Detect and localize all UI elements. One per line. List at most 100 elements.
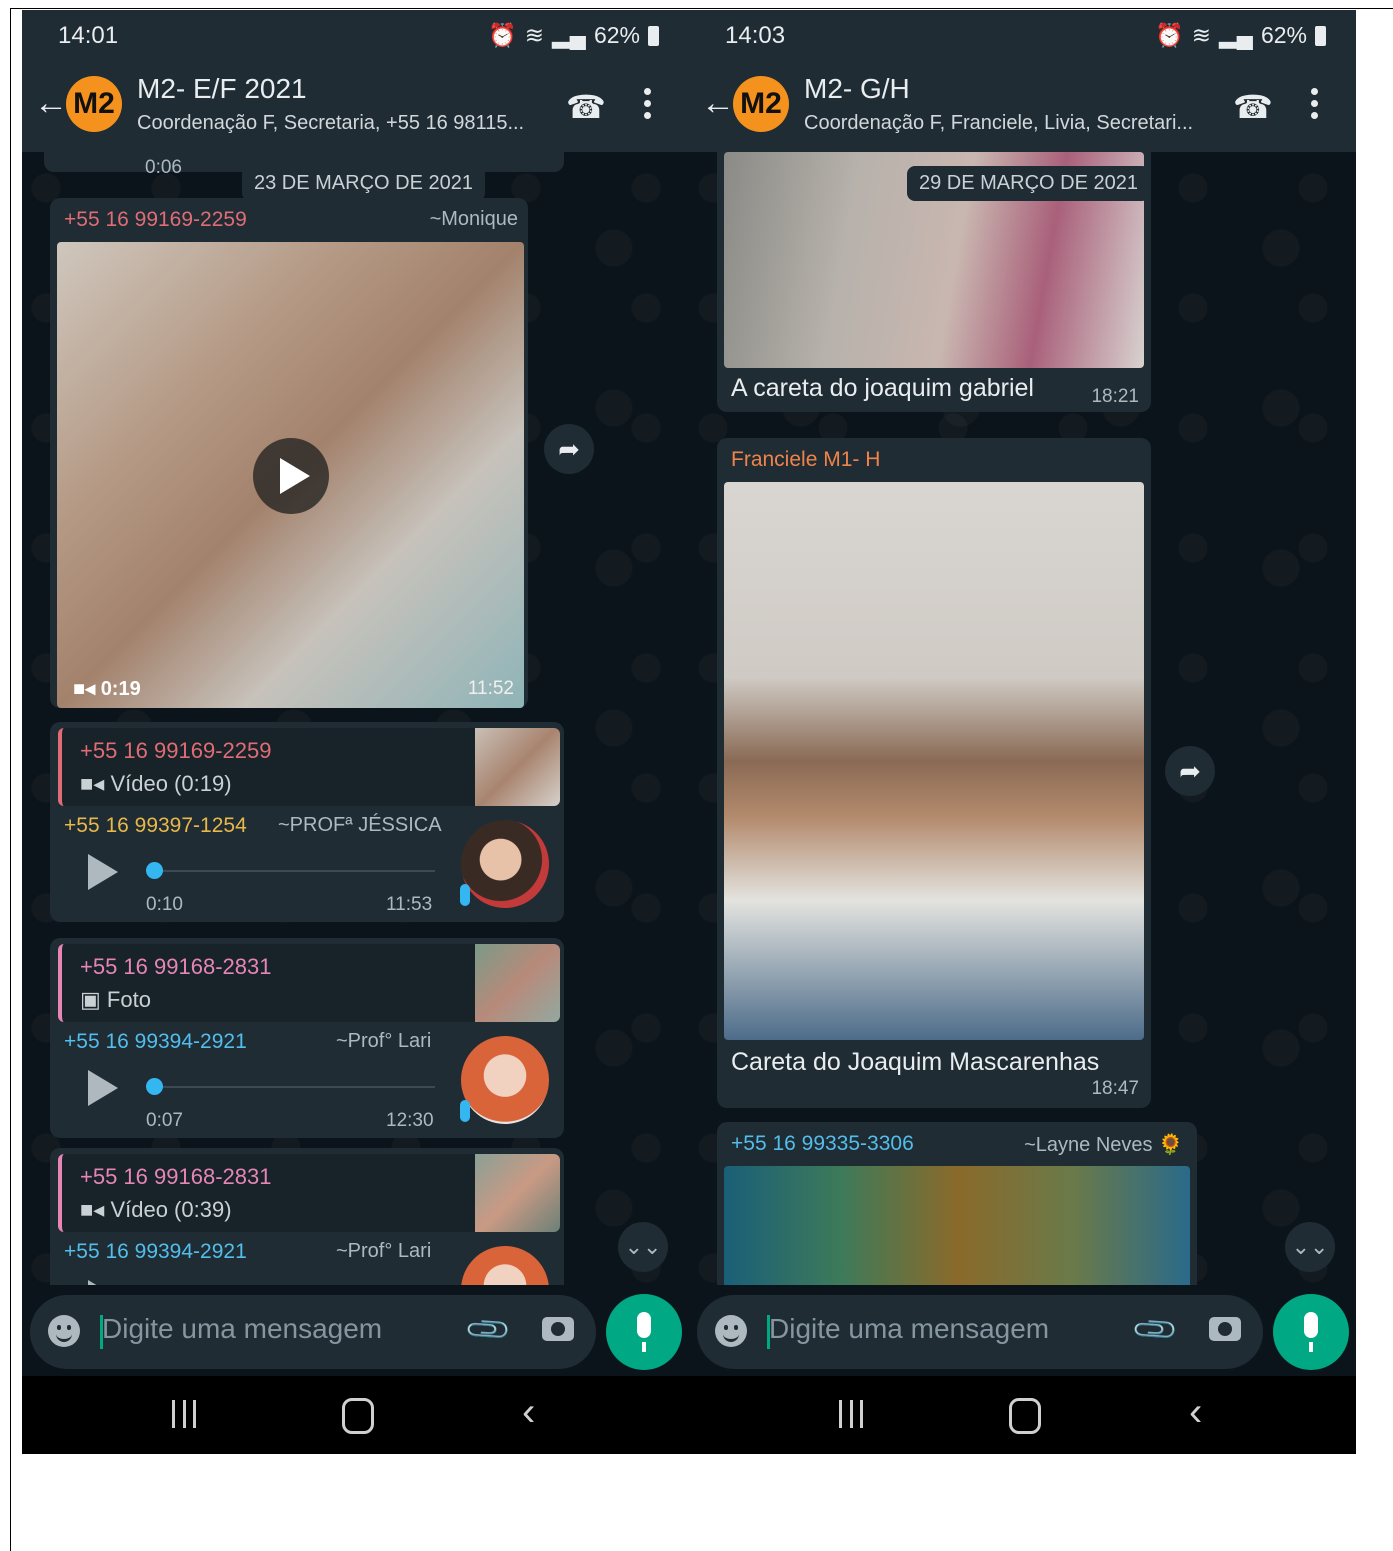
emoji-icon[interactable] (48, 1315, 80, 1347)
scroll-down-icon[interactable]: ⌄⌄ (1285, 1222, 1335, 1272)
message-input-bar[interactable]: Digite uma mensagem 📎 (697, 1295, 1263, 1369)
sender-alias: ~Layne Neves 🌻 (1024, 1134, 1183, 1156)
message-time: 11:52 (467, 678, 514, 699)
quoted-thumbnail (475, 1154, 560, 1232)
status-time: 14:03 (725, 22, 786, 49)
group-title[interactable]: M2- E/F 2021 (137, 73, 307, 105)
quoted-message[interactable]: +55 16 99168-2831 ▣ Foto (58, 944, 560, 1022)
message-input[interactable]: Digite uma mensagem (102, 1313, 382, 1345)
quoted-type: ▣ Foto (80, 987, 151, 1012)
audio-play-icon[interactable] (88, 1070, 118, 1106)
chat-area[interactable]: A careta do joaquim gabriel 18:21 29 DE … (689, 152, 1356, 1285)
sender-alias: ~Prof° Lari (336, 1240, 432, 1262)
status-bar: 14:03 ⏰ ≋ ▂▄ 62% (689, 10, 1356, 60)
message-time: 18:47 (1091, 1078, 1139, 1099)
audio-seek-handle[interactable] (146, 1078, 163, 1095)
audio-seekbar[interactable] (150, 870, 435, 872)
group-members[interactable]: Coordenação F, Secretaria, +55 16 98115.… (137, 112, 524, 135)
voice-record-button[interactable] (606, 1294, 682, 1370)
camera-icon[interactable] (1209, 1317, 1241, 1341)
sender-alias: ~PROFª JÉSSICA (278, 814, 442, 836)
audio-play-icon[interactable] (88, 1280, 118, 1285)
sender-name[interactable]: Franciele M1- H (731, 448, 880, 472)
sender-phone[interactable]: +55 16 99397-1254 (64, 814, 247, 838)
forward-icon[interactable]: ➦ (544, 424, 594, 474)
play-icon[interactable] (253, 438, 329, 514)
group-members[interactable]: Coordenação F, Franciele, Livia, Secreta… (804, 112, 1193, 135)
avatar (461, 1246, 549, 1285)
mic-icon (460, 1100, 470, 1122)
audio-reply-message[interactable]: +55 16 99168-2831 ■◂ Vídeo (0:39) +55 16… (50, 1148, 564, 1285)
message-input[interactable]: Digite uma mensagem (769, 1313, 1049, 1345)
forward-icon[interactable]: ➦ (1165, 746, 1215, 796)
more-options-icon[interactable] (644, 88, 654, 124)
home-icon[interactable] (342, 1398, 374, 1434)
sender-phone[interactable]: +55 16 99335-3306 (731, 1132, 914, 1156)
image-message[interactable]: +55 16 99335-3306 ~Layne Neves 🌻 (717, 1122, 1197, 1285)
battery-icon (648, 25, 659, 46)
attach-icon[interactable]: 📎 (1130, 1305, 1181, 1356)
scroll-down-icon[interactable]: ⌄⌄ (618, 1222, 668, 1272)
battery-percent: 62% (1260, 22, 1307, 48)
quoted-sender: +55 16 99168-2831 (80, 954, 272, 979)
phone-screen-right: 14:03 ⏰ ≋ ▂▄ 62% ← M2 M2- G/H Coordenaçã… (689, 10, 1356, 1454)
sender-phone[interactable]: +55 16 99394-2921 (64, 1030, 247, 1054)
video-duration: ■◂ 0:19 (73, 678, 141, 700)
camera-icon[interactable] (542, 1317, 574, 1341)
add-call-icon[interactable]: ☎ (1233, 88, 1273, 126)
more-options-icon[interactable] (1311, 88, 1321, 124)
audio-duration: 0:10 (146, 894, 183, 915)
avatar (461, 820, 549, 908)
signal-icon: ▂▄ (1218, 22, 1253, 48)
system-nav-bar: ‹ (689, 1376, 1356, 1454)
back-arrow-icon[interactable]: ← (34, 84, 68, 123)
wifi-icon: ≋ (1191, 22, 1211, 48)
add-call-icon[interactable]: ☎ (566, 88, 606, 126)
image-message[interactable]: Franciele M1- H Careta do Joaquim Mascar… (717, 438, 1151, 1108)
image-thumbnail[interactable] (724, 1166, 1190, 1285)
video-message[interactable]: +55 16 99169-2259 ~Monique ■◂ 0:19 11:52 (50, 198, 528, 708)
emoji-icon[interactable] (715, 1315, 747, 1347)
video-thumbnail[interactable]: ■◂ 0:19 11:52 (57, 242, 524, 708)
nav-back-icon[interactable]: ‹ (522, 1390, 535, 1435)
alarm-icon: ⏰ (1155, 22, 1184, 48)
chat-area[interactable]: 0:06 23 DE MARÇO DE 2021 +55 16 99169-22… (22, 152, 689, 1285)
frame-border-top (10, 8, 1393, 9)
audio-play-icon[interactable] (88, 854, 118, 890)
battery-percent: 62% (593, 22, 640, 48)
group-avatar[interactable]: M2 (733, 76, 789, 132)
mic-icon (460, 884, 470, 906)
quoted-thumbnail (475, 728, 560, 806)
audio-reply-message[interactable]: +55 16 99169-2259 ■◂ Vídeo (0:19) +55 16… (50, 722, 564, 922)
sender-phone[interactable]: +55 16 99169-2259 (64, 208, 247, 232)
voice-record-button[interactable] (1273, 1294, 1349, 1370)
status-icons: ⏰ ≋ ▂▄ 62% (1155, 22, 1326, 49)
audio-reply-message[interactable]: +55 16 99168-2831 ▣ Foto +55 16 99394-29… (50, 938, 564, 1138)
sender-phone[interactable]: +55 16 99394-2921 (64, 1240, 247, 1264)
status-bar: 14:01 ⏰ ≋ ▂▄ 62% (22, 10, 689, 60)
audio-seek-handle[interactable] (146, 862, 163, 879)
message-caption: Careta do Joaquim Mascarenhas (731, 1048, 1100, 1076)
audio-seekbar[interactable] (150, 1086, 435, 1088)
quoted-thumbnail (475, 944, 560, 1022)
wifi-icon: ≋ (524, 22, 544, 48)
quoted-message[interactable]: +55 16 99168-2831 ■◂ Vídeo (0:39) (58, 1154, 560, 1232)
back-arrow-icon[interactable]: ← (701, 84, 735, 123)
message-input-bar[interactable]: Digite uma mensagem 📎 (30, 1295, 596, 1369)
recents-icon[interactable] (839, 1400, 863, 1428)
group-title[interactable]: M2- G/H (804, 73, 910, 105)
group-avatar[interactable]: M2 (66, 76, 122, 132)
video-camera-icon: ■◂ (73, 678, 101, 700)
status-time: 14:01 (58, 22, 119, 49)
frame-border-left (10, 8, 11, 1551)
home-icon[interactable] (1009, 1398, 1041, 1434)
quoted-message[interactable]: +55 16 99169-2259 ■◂ Vídeo (0:19) (58, 728, 560, 806)
video-camera-icon: ■◂ (80, 1197, 111, 1222)
nav-back-icon[interactable]: ‹ (1189, 1390, 1202, 1435)
image-thumbnail[interactable] (724, 482, 1144, 1040)
phone-screen-left: 14:01 ⏰ ≋ ▂▄ 62% ← M2 M2- E/F 2021 Coord… (22, 10, 689, 1454)
quoted-type: ■◂ Vídeo (0:39) (80, 1197, 232, 1222)
attach-icon[interactable]: 📎 (463, 1305, 514, 1356)
audio-duration: 0:06 (145, 157, 182, 178)
recents-icon[interactable] (172, 1400, 196, 1428)
